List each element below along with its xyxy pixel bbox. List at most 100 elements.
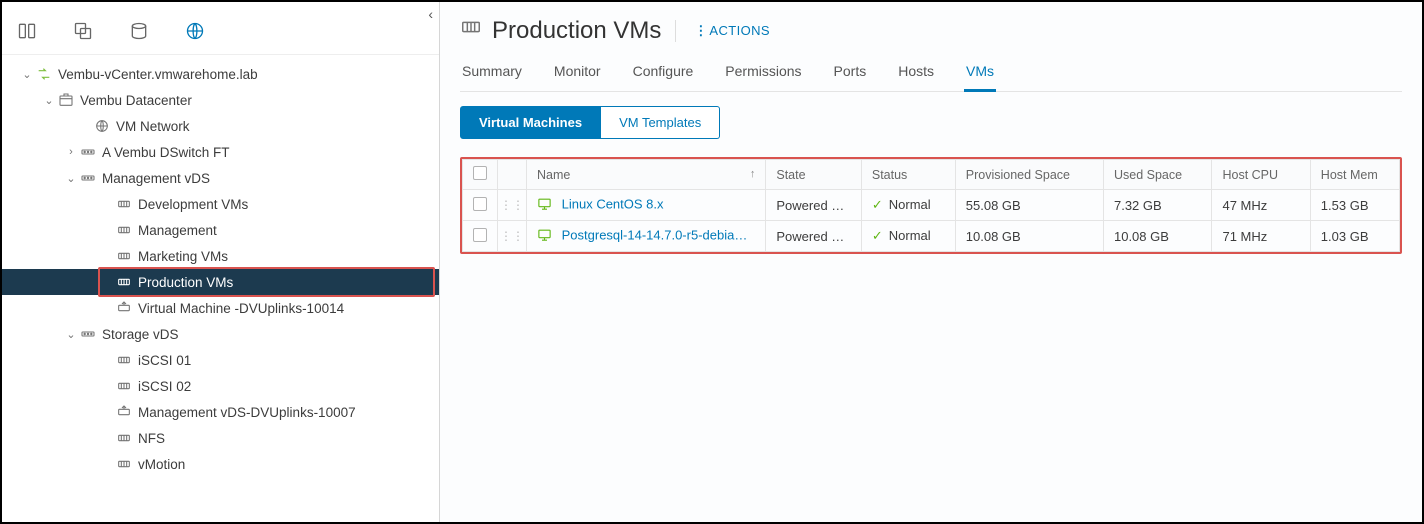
tab-summary[interactable]: Summary [460, 55, 524, 91]
tree-label: Vembu Datacenter [80, 93, 192, 108]
sidebar-collapse-button[interactable]: ‹ [428, 6, 433, 22]
col-status[interactable]: Status [861, 160, 955, 190]
tree-node-vmotion[interactable]: vMotion [2, 451, 439, 477]
tree-node-management-vds[interactable]: ⌄ Management vDS [2, 165, 439, 191]
tab-ports[interactable]: Ports [832, 55, 869, 91]
caret-icon[interactable]: ⌄ [64, 328, 78, 341]
networking-icon[interactable] [184, 20, 206, 42]
portgroup-icon [114, 378, 134, 394]
col-used[interactable]: Used Space [1103, 160, 1212, 190]
caret-icon[interactable]: ⌄ [42, 94, 56, 107]
tab-configure[interactable]: Configure [631, 55, 696, 91]
tree-label: Marketing VMs [138, 249, 228, 264]
tree-label: vMotion [138, 457, 185, 472]
main-content: Production VMs ⋮ ACTIONS Summary Monitor… [440, 2, 1422, 522]
object-tabs: Summary Monitor Configure Permissions Po… [460, 55, 1402, 92]
cell-state: Powered … [766, 190, 861, 221]
cell-used: 7.32 GB [1103, 190, 1212, 221]
drag-handle-icon[interactable]: ⋮⋮ [498, 190, 527, 221]
vm-link[interactable]: Postgresql-14-14.7.0-r5-debia… [562, 227, 748, 242]
tree-node-iscsi01[interactable]: iSCSI 01 [2, 347, 439, 373]
tab-permissions[interactable]: Permissions [723, 55, 803, 91]
col-cpu[interactable]: Host CPU [1212, 160, 1310, 190]
checkbox-icon[interactable] [473, 166, 487, 180]
tree-label: Storage vDS [102, 327, 179, 342]
subtab-virtual-machines[interactable]: Virtual Machines [460, 106, 601, 139]
inventory-tree: ⌄ Vembu-vCenter.vmwarehome.lab ⌄ Vembu D… [2, 55, 439, 522]
cell-status: ✓Normal [861, 221, 955, 252]
tree-node-storage-vds[interactable]: ⌄ Storage vDS [2, 321, 439, 347]
page-title-text: Production VMs [492, 17, 661, 45]
drag-handle-icon[interactable]: ⋮⋮ [498, 221, 527, 252]
tree-node-management[interactable]: Management [2, 217, 439, 243]
col-state[interactable]: State [766, 160, 861, 190]
cell-cpu: 47 MHz [1212, 190, 1310, 221]
tree-node-datacenter[interactable]: ⌄ Vembu Datacenter [2, 87, 439, 113]
uplink-icon [114, 300, 134, 316]
tree-label: Virtual Machine -DVUplinks-10014 [138, 301, 344, 316]
portgroup-icon [460, 16, 482, 45]
col-name[interactable]: Name↑ [527, 160, 766, 190]
tree-node-vcenter[interactable]: ⌄ Vembu-vCenter.vmwarehome.lab [2, 61, 439, 87]
cell-provisioned: 55.08 GB [955, 190, 1103, 221]
col-mem[interactable]: Host Mem [1310, 160, 1399, 190]
tree-label: VM Network [116, 119, 190, 134]
cell-mem: 1.03 GB [1310, 221, 1399, 252]
tree-node-marketing-vms[interactable]: Marketing VMs [2, 243, 439, 269]
cell-cpu: 71 MHz [1212, 221, 1310, 252]
table-row[interactable]: ⋮⋮ Linux CentOS 8.x Powered … ✓Normal 55… [463, 190, 1400, 221]
tree-node-iscsi02[interactable]: iSCSI 02 [2, 373, 439, 399]
row-checkbox[interactable] [463, 221, 498, 252]
tree-node-vm-dvuplinks-10014[interactable]: Virtual Machine -DVUplinks-10014 [2, 295, 439, 321]
dswitch-icon [78, 170, 98, 186]
hosts-clusters-icon[interactable] [16, 20, 38, 42]
checkbox-icon[interactable] [473, 228, 487, 242]
tree-node-dev-vms[interactable]: Development VMs [2, 191, 439, 217]
actions-label: ACTIONS [709, 23, 770, 38]
cell-name: Linux CentOS 8.x [527, 190, 766, 221]
vm-icon [537, 199, 552, 214]
vm-table-highlight: Name↑ State Status Provisioned Space Use… [460, 157, 1402, 254]
tab-hosts[interactable]: Hosts [896, 55, 936, 91]
tree-node-vm-network[interactable]: VM Network [2, 113, 439, 139]
table-row[interactable]: ⋮⋮ Postgresql-14-14.7.0-r5-debia… Powere… [463, 221, 1400, 252]
tree-label: Management vDS [102, 171, 210, 186]
portgroup-icon [114, 352, 134, 368]
storage-icon[interactable] [128, 20, 150, 42]
tree-node-production-vms[interactable]: Production VMs [2, 269, 439, 295]
tree-label: Management [138, 223, 217, 238]
subtab-vm-templates[interactable]: VM Templates [601, 106, 720, 139]
tree-node-nfs[interactable]: NFS [2, 425, 439, 451]
app-frame: ‹ ⌄ Vembu-vCenter.vmwarehome.lab [0, 0, 1424, 524]
inventory-sidebar: ‹ ⌄ Vembu-vCenter.vmwarehome.lab [2, 2, 440, 522]
actions-menu-button[interactable]: ⋮ ACTIONS [675, 20, 770, 42]
check-icon: ✓ [872, 197, 883, 212]
page-header: Production VMs ⋮ ACTIONS [460, 12, 1402, 55]
select-all-header[interactable] [463, 160, 498, 190]
tree-label: Development VMs [138, 197, 248, 212]
dswitch-icon [78, 326, 98, 342]
cell-status: ✓Normal [861, 190, 955, 221]
vm-icon [537, 230, 552, 245]
drag-header [498, 160, 527, 190]
tab-vms[interactable]: VMs [964, 55, 996, 92]
caret-icon[interactable]: › [64, 146, 78, 158]
tree-label: Production VMs [138, 275, 233, 290]
tree-node-dswitch-ft[interactable]: › A Vembu DSwitch FT [2, 139, 439, 165]
vms-templates-icon[interactable] [72, 20, 94, 42]
network-icon [92, 118, 112, 134]
caret-icon[interactable]: ⌄ [64, 172, 78, 185]
vm-link[interactable]: Linux CentOS 8.x [562, 196, 664, 211]
tab-monitor[interactable]: Monitor [552, 55, 603, 91]
cell-mem: 1.53 GB [1310, 190, 1399, 221]
portgroup-icon [114, 274, 134, 290]
tree-node-mgmt-vds-dvuplinks-10007[interactable]: Management vDS-DVUplinks-10007 [2, 399, 439, 425]
col-provisioned[interactable]: Provisioned Space [955, 160, 1103, 190]
vm-table: Name↑ State Status Provisioned Space Use… [462, 159, 1400, 252]
checkbox-icon[interactable] [473, 197, 487, 211]
page-title: Production VMs [460, 16, 661, 45]
portgroup-icon [114, 222, 134, 238]
caret-icon[interactable]: ⌄ [20, 68, 34, 81]
check-icon: ✓ [872, 228, 883, 243]
row-checkbox[interactable] [463, 190, 498, 221]
